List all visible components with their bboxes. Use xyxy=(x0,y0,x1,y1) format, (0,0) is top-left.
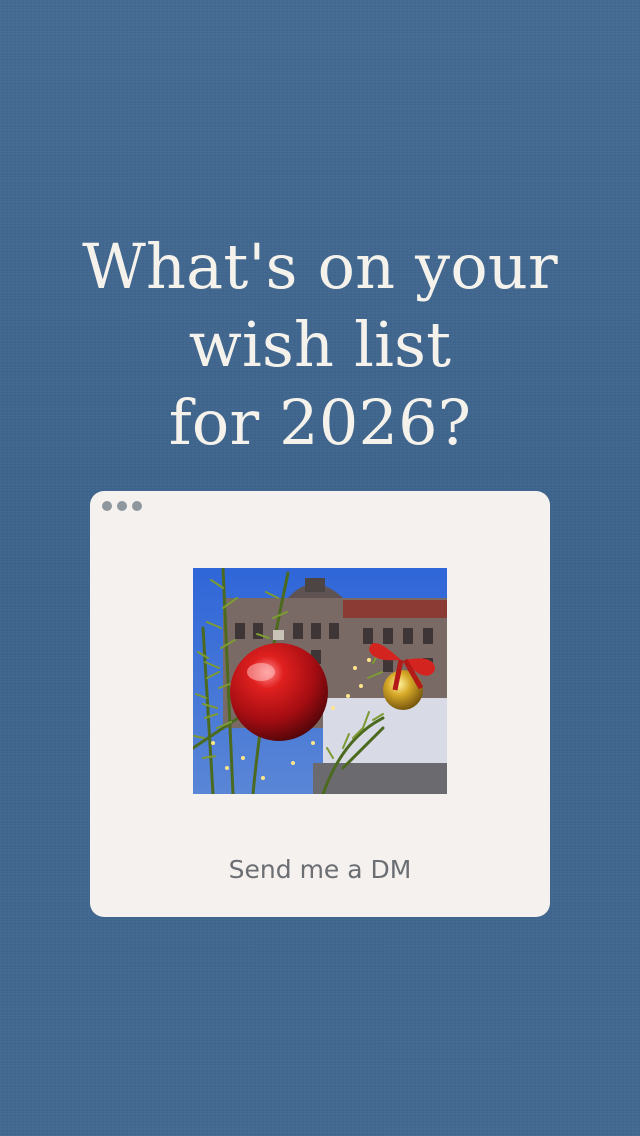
headline-line-1: What's on your xyxy=(82,230,558,303)
window-dot-icon xyxy=(132,501,142,511)
window-controls xyxy=(102,501,142,511)
christmas-ornament-photo xyxy=(193,568,447,794)
photo-illustration xyxy=(193,568,447,794)
headline: What's on your wish list for 2026? xyxy=(40,228,600,462)
send-dm-text: Send me a DM xyxy=(228,855,412,884)
headline-line-2: wish list xyxy=(188,308,452,381)
window-dot-icon xyxy=(102,501,112,511)
browser-window-card: Send me a DM xyxy=(90,491,550,917)
headline-line-3: for 2026? xyxy=(168,386,472,459)
window-dot-icon xyxy=(117,501,127,511)
